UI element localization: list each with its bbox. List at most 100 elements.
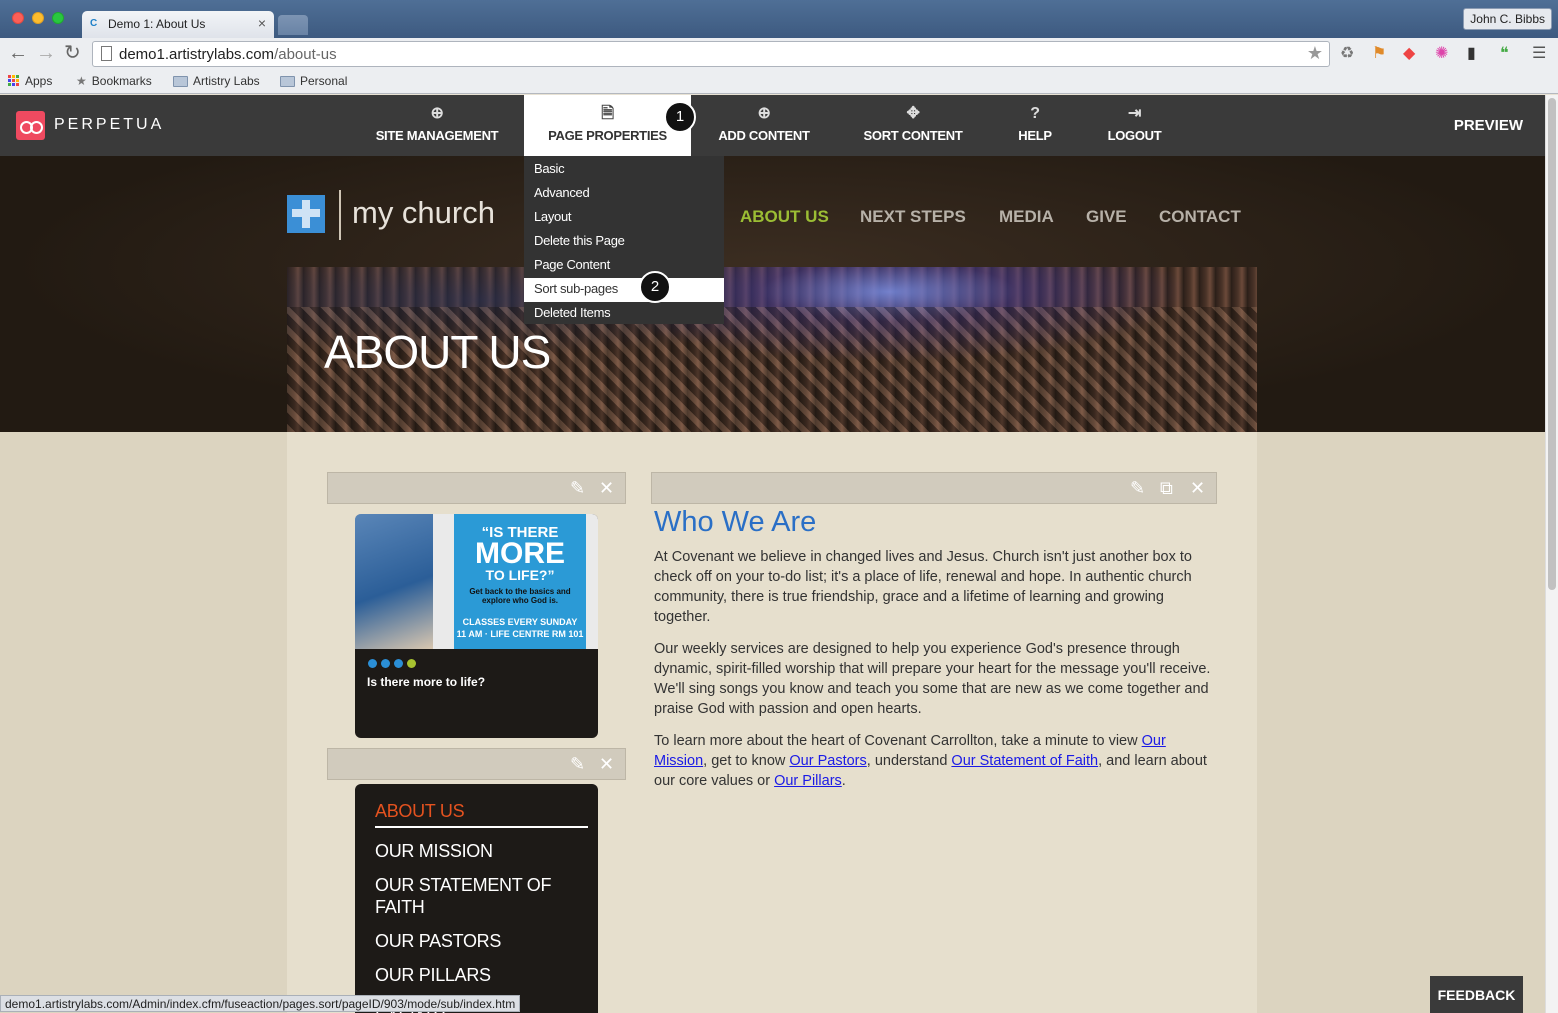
paragraph-text: .	[841, 773, 846, 789]
url-host: demo1.artistrylabs.com	[119, 46, 275, 63]
cms-sort-content[interactable]: ✥ SORT CONTENT	[856, 95, 970, 156]
browser-tab[interactable]: C Demo 1: About Us ×	[82, 11, 274, 38]
logout-icon: ⇥	[1127, 105, 1142, 122]
url-path: /about-us	[274, 46, 337, 63]
cms-menu-label: SITE MANAGEMENT	[375, 128, 499, 143]
site-logo-text[interactable]: my church	[352, 195, 495, 231]
flag-extension-icon[interactable]: ⚑	[1372, 46, 1386, 62]
edit-pencil-icon[interactable]: ✎	[1130, 477, 1145, 499]
promo-edit-bar: ✎ ✕	[327, 472, 626, 504]
sub-navigation: ABOUT US OUR MISSION OUR STATEMENT OF FA…	[355, 784, 598, 1013]
content-paragraph-2: Our weekly services are designed to help…	[654, 641, 1211, 717]
promo-line: TO LIFE?”	[485, 567, 555, 583]
cms-logout[interactable]: ⇥ LOGOUT	[1102, 95, 1167, 156]
dropdown-item-layout[interactable]: Layout	[524, 206, 724, 230]
dropdown-item-sort-sub-pages[interactable]: Sort sub-pages	[524, 278, 724, 302]
cms-site-management[interactable]: ⊕ SITE MANAGEMENT	[370, 95, 504, 156]
color-wheel-extension-icon[interactable]: ✺	[1435, 46, 1448, 62]
new-tab-button[interactable]	[278, 15, 308, 35]
promo-person-photo	[355, 514, 433, 649]
copy-icon[interactable]: ⧉	[1160, 477, 1173, 499]
slider-dot[interactable]	[368, 659, 377, 668]
recycle-extension-icon[interactable]: ♻	[1340, 46, 1354, 62]
feedback-button[interactable]: FEEDBACK	[1430, 976, 1523, 1013]
page-background-right	[1257, 432, 1545, 1013]
hangouts-extension-icon[interactable]: ❝	[1500, 46, 1509, 62]
tab-close-icon[interactable]: ×	[258, 15, 266, 31]
page-background-left	[0, 432, 287, 1013]
page-icon	[101, 46, 112, 61]
dropdown-item-page-content[interactable]: Page Content	[524, 254, 724, 278]
move-arrows-icon: ✥	[906, 105, 920, 122]
dropdown-item-delete-page[interactable]: Delete this Page	[524, 230, 724, 254]
star-icon: ★	[76, 74, 87, 88]
globe-icon: ⊕	[430, 105, 444, 122]
slider-dot[interactable]	[394, 659, 403, 668]
banner-title: ABOUT US	[324, 326, 551, 378]
reload-icon[interactable]: ↻	[64, 43, 81, 63]
folder-icon	[173, 75, 188, 87]
edit-pencil-icon[interactable]: ✎	[570, 753, 585, 775]
delete-x-icon[interactable]: ✕	[1190, 477, 1205, 499]
cms-menu-label: ADD CONTENT	[718, 128, 810, 143]
site-nav-about-us[interactable]: ABOUT US	[740, 207, 829, 227]
cms-menu-label: LOGOUT	[1107, 128, 1162, 143]
bookmark-label: Apps	[25, 74, 53, 88]
pocket-extension-icon[interactable]: ◆	[1403, 46, 1415, 62]
subnav-about-us[interactable]: ABOUT US	[375, 800, 588, 828]
church-cross-logo-icon[interactable]	[287, 195, 325, 233]
bookmark-star-icon[interactable]: ★	[1307, 43, 1323, 64]
cms-menu-label: HELP	[1018, 128, 1052, 143]
maximize-window-button[interactable]	[52, 12, 64, 24]
link-statement-of-faith[interactable]: Our Statement of Faith	[951, 753, 1098, 769]
minimize-window-button[interactable]	[32, 12, 44, 24]
back-arrow-icon[interactable]: ←	[8, 43, 28, 63]
slider-dot[interactable]	[381, 659, 390, 668]
document-icon: 🗎	[601, 105, 614, 122]
site-nav-give[interactable]: GIVE	[1086, 207, 1127, 227]
delete-x-icon[interactable]: ✕	[599, 477, 614, 499]
site-nav-next-steps[interactable]: NEXT STEPS	[860, 207, 966, 227]
content-title: Who We Are	[654, 506, 817, 538]
promo-caption: Is there more to life?	[367, 675, 486, 689]
dropdown-item-basic[interactable]: Basic	[524, 158, 724, 182]
promo-slider[interactable]: “IS THERE MORE TO LIFE?” Get back to the…	[355, 514, 598, 738]
bookmark-personal[interactable]: Personal	[280, 74, 347, 88]
slider-dot-active[interactable]	[407, 659, 416, 668]
menu-icon[interactable]: ☰	[1532, 46, 1546, 62]
scrollbar-thumb[interactable]	[1548, 98, 1556, 590]
delete-x-icon[interactable]: ✕	[599, 753, 614, 775]
page-scrollbar[interactable]	[1545, 95, 1558, 1013]
dropdown-item-deleted-items[interactable]: Deleted Items	[524, 302, 724, 326]
subnav-our-mission[interactable]: OUR MISSION	[375, 840, 588, 862]
subnav-our-pillars[interactable]: OUR PILLARS	[375, 964, 588, 986]
promo-line: MORE	[475, 537, 565, 570]
bookmark-bookmarks[interactable]: ★ Bookmarks	[76, 74, 152, 88]
cms-add-content[interactable]: ⊕ ADD CONTENT	[711, 95, 817, 156]
bookmark-artistry-labs[interactable]: Artistry Labs	[173, 74, 260, 88]
edit-pencil-icon[interactable]: ✎	[570, 477, 585, 499]
subnav-our-pastors[interactable]: OUR PASTORS	[375, 930, 588, 952]
site-nav-media[interactable]: MEDIA	[999, 207, 1054, 227]
promo-line: 11 AM · LIFE CENTRE RM 101	[456, 629, 584, 639]
bookmarks-bar: Apps ★ Bookmarks Artistry Labs Personal	[0, 70, 1558, 94]
close-window-button[interactable]	[12, 12, 24, 24]
promo-line: CLASSES EVERY SUNDAY	[462, 617, 578, 627]
link-our-pillars[interactable]: Our Pillars	[774, 773, 842, 789]
cms-help[interactable]: ? HELP	[1010, 95, 1060, 156]
folder-icon	[280, 75, 295, 87]
dropdown-item-advanced[interactable]: Advanced	[524, 182, 724, 206]
subnav-statement-of-faith[interactable]: OUR STATEMENT OF FAITH	[375, 874, 588, 918]
slider-dots	[368, 659, 416, 668]
tab-title: Demo 1: About Us	[108, 17, 206, 31]
device-extension-icon[interactable]: ▮	[1467, 46, 1476, 62]
forward-arrow-icon[interactable]: →	[36, 43, 56, 63]
address-bar[interactable]: demo1.artistrylabs.com/about-us ★	[92, 41, 1330, 67]
link-our-pastors[interactable]: Our Pastors	[789, 753, 866, 769]
profile-button[interactable]: John C. Bibbs	[1463, 8, 1552, 30]
site-nav-contact[interactable]: CONTACT	[1159, 207, 1241, 227]
bookmark-apps[interactable]: Apps	[8, 74, 52, 88]
paragraph-text: , get to know	[703, 753, 790, 769]
cms-toolbar: PERPETUA ⊕ SITE MANAGEMENT 🗎 PAGE PROPER…	[0, 95, 1545, 156]
preview-button[interactable]: PREVIEW	[1454, 117, 1523, 134]
